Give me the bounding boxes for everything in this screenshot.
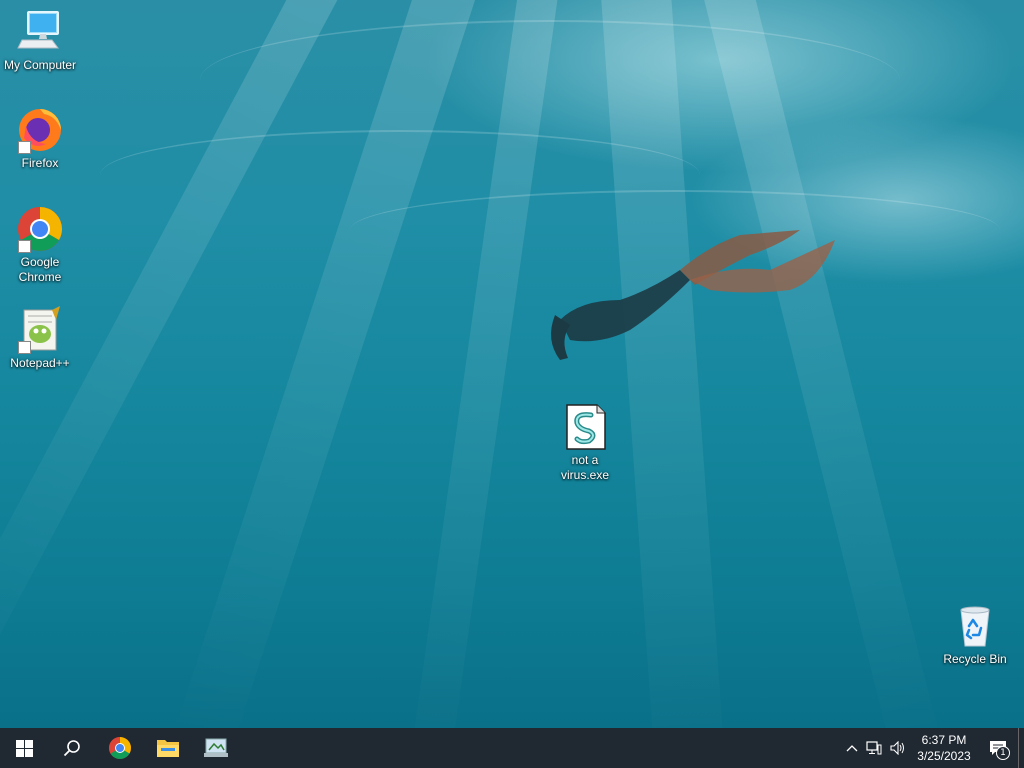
control-panel-icon [204, 738, 228, 757]
recycle-bin-icon [951, 602, 999, 650]
file-explorer-icon [157, 740, 179, 757]
chrome-desktop-icon[interactable]: Google Chrome [0, 205, 80, 285]
diver-silhouette [551, 230, 835, 360]
icon-label: Firefox [21, 156, 59, 170]
taskbar-chrome-button[interactable] [96, 728, 144, 768]
taskbar-file-explorer-button[interactable] [144, 728, 192, 768]
system-tray: 6:37 PM 3/25/2023 1 [842, 728, 1024, 768]
clock[interactable]: 6:37 PM 3/25/2023 [910, 728, 978, 768]
clock-date: 3/25/2023 [917, 749, 971, 763]
chrome-icon [109, 737, 131, 759]
firefox-desktop-icon[interactable]: Firefox [0, 106, 80, 171]
icon-label: Google Chrome [18, 255, 62, 284]
desktop[interactable]: My Computer Firefox Google Chrome Notepa… [0, 0, 1024, 728]
clock-time: 6:37 PM [921, 733, 967, 747]
surface-wave [200, 20, 900, 140]
notepadpp-desktop-icon[interactable]: Notepad++ [0, 306, 80, 371]
search-icon [63, 740, 80, 757]
speaker-icon [890, 741, 904, 755]
shortcut-arrow-icon [18, 141, 31, 154]
action-center-button[interactable]: 1 [978, 728, 1018, 768]
taskbar: 6:37 PM 3/25/2023 1 [0, 728, 1024, 768]
icon-label: Recycle Bin [943, 652, 1007, 666]
icon-label: not a virus.exe [560, 453, 610, 482]
show-desktop-button[interactable] [1018, 728, 1024, 768]
show-hidden-icons-button[interactable] [842, 728, 862, 768]
network-button[interactable] [862, 728, 886, 768]
notepadpp-icon [16, 306, 64, 354]
chrome-icon [16, 205, 64, 253]
network-icon [866, 741, 882, 755]
search-button[interactable] [48, 728, 96, 768]
taskbar-control-panel-button[interactable] [192, 728, 240, 768]
recycle-bin-desktop-icon[interactable]: Recycle Bin [935, 602, 1015, 667]
computer-icon [16, 8, 64, 56]
shortcut-arrow-icon [18, 240, 31, 253]
shortcut-arrow-icon [18, 341, 31, 354]
script-file-icon [561, 403, 609, 451]
icon-label: My Computer [3, 58, 77, 72]
not-a-virus-exe-desktop-icon[interactable]: not a virus.exe [545, 403, 625, 483]
firefox-icon [16, 106, 64, 154]
notification-badge: 1 [996, 746, 1010, 760]
icon-label: Notepad++ [10, 356, 70, 370]
start-button[interactable] [0, 728, 48, 768]
chevron-up-icon [846, 745, 858, 752]
my-computer-desktop-icon[interactable]: My Computer [0, 8, 80, 73]
volume-button[interactable] [886, 728, 910, 768]
windows-logo-icon [15, 739, 33, 757]
